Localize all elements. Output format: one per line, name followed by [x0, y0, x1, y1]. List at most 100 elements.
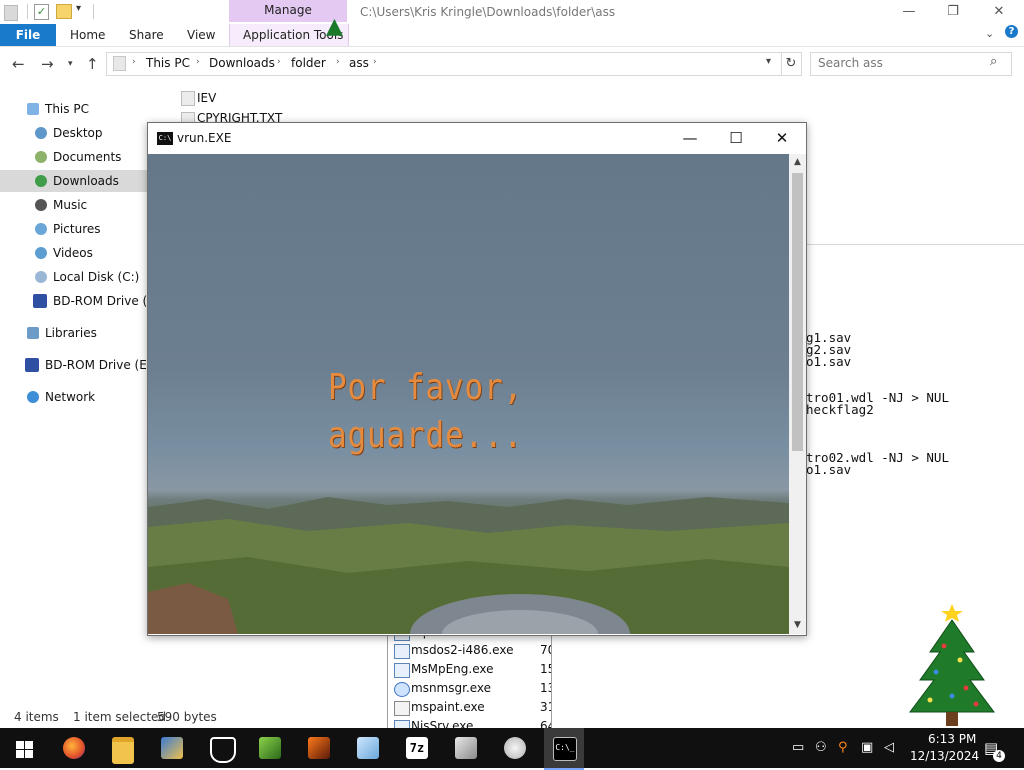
new-folder-icon[interactable] [56, 4, 72, 19]
console-window: C:\ vrun.EXE — ☐ ✕ Por favor, aguarde...… [147, 122, 807, 636]
tab-file[interactable]: File [0, 24, 56, 46]
chevron-right-icon[interactable]: › [373, 57, 377, 67]
nav-item-local-disk[interactable]: Local Disk (C:) [0, 266, 150, 288]
console-title: vrun.EXE [177, 131, 232, 145]
list-item-name: msdos2-i486.exe [411, 643, 514, 657]
address-dropdown-icon[interactable]: ▾ [766, 56, 771, 67]
tab-home[interactable]: Home [70, 28, 105, 42]
scroll-down-icon[interactable]: ▼ [789, 617, 806, 634]
breadcrumb-ass[interactable]: ass [349, 56, 369, 70]
background-console-line: heckflag2 [806, 402, 874, 417]
window-path-title: C:\Users\Kris Kringle\Downloads\folder\a… [360, 5, 616, 19]
close-button[interactable]: ✕ [976, 2, 1022, 22]
breadcrumb-downloads[interactable]: Downloads [209, 56, 275, 70]
scroll-up-icon[interactable]: ▲ [789, 154, 806, 171]
ornament [963, 685, 969, 691]
taskbar-firefox[interactable] [54, 728, 94, 768]
list-item[interactable]: mspaint.exe 31 [388, 698, 551, 717]
nav-item-label: Videos [53, 246, 93, 260]
taskbar-paint[interactable] [495, 728, 535, 768]
help-icon[interactable]: ? [1005, 25, 1018, 38]
nav-item-downloads[interactable]: Downloads [0, 170, 150, 192]
tab-share[interactable]: Share [129, 28, 164, 42]
ornament [957, 657, 963, 663]
taskbar-app-green[interactable] [250, 728, 290, 768]
desktop-icon [35, 127, 47, 139]
list-item-name: mspaint.exe [411, 700, 485, 714]
tray-search-icon[interactable]: ⚲ [838, 740, 848, 755]
people-icon [161, 737, 183, 759]
nav-item-libraries[interactable]: Libraries [0, 322, 150, 344]
nav-item-desktop[interactable]: Desktop [0, 122, 150, 144]
search-icon[interactable]: ⌕ [990, 54, 997, 69]
nav-item-network[interactable]: Network [0, 386, 150, 408]
list-item[interactable]: msdos2-i486.exe 70 [388, 641, 551, 660]
tray-monitor-icon[interactable]: ▭ [792, 740, 804, 755]
taskbar-app-orange[interactable] [299, 728, 339, 768]
nav-item-videos[interactable]: Videos [0, 242, 150, 264]
address-box[interactable] [106, 52, 782, 76]
breadcrumb-folder[interactable]: folder [291, 56, 326, 70]
tray-people-icon[interactable]: ⚇ [815, 740, 827, 755]
nav-item-documents[interactable]: Documents [0, 146, 150, 168]
nav-item-bd-rom[interactable]: BD-ROM Drive (E: [0, 290, 159, 312]
breadcrumb-this-pc[interactable]: This PC [146, 56, 190, 70]
restore-button[interactable]: ❐ [930, 2, 976, 22]
network-icon [27, 391, 39, 403]
network-app-icon [455, 737, 477, 759]
nav-item-bd-rom-root[interactable]: BD-ROM Drive (E:) T [0, 354, 167, 376]
tray-network-icon[interactable]: ▣ [861, 740, 873, 755]
chevron-right-icon[interactable]: › [336, 57, 340, 67]
list-item-name: NisSrv.exe [411, 719, 474, 728]
taskbar-app-people[interactable] [152, 728, 192, 768]
christmas-tree-decoration [909, 604, 995, 726]
scroll-thumb[interactable] [792, 173, 803, 451]
taskbar-7zip[interactable]: 7z [397, 728, 437, 768]
nav-item-this-pc[interactable]: This PC [0, 98, 150, 120]
tray-volume-muted-icon[interactable]: ◁ [884, 740, 894, 755]
taskbar-console-active[interactable]: C:\_ [544, 728, 584, 770]
chevron-right-icon[interactable]: › [132, 57, 136, 67]
chevron-right-icon[interactable]: › [277, 57, 281, 67]
windows-logo-icon [16, 750, 24, 758]
paint-icon [394, 701, 410, 716]
taskbar-file-explorer[interactable] [103, 728, 143, 768]
forward-arrow-icon[interactable]: → [41, 55, 54, 73]
file-name[interactable]: IEV [197, 91, 216, 105]
recent-locations-icon[interactable]: ▾ [68, 59, 73, 69]
list-item-size: 70 [540, 643, 551, 657]
ornament [949, 693, 955, 699]
chevron-right-icon[interactable]: › [196, 57, 200, 67]
taskbar-app-network[interactable] [446, 728, 486, 768]
console-icon[interactable]: C:\ [157, 132, 173, 145]
ornament [941, 643, 947, 649]
expand-ribbon-icon[interactable]: ⌄ [985, 27, 994, 40]
list-item[interactable]: NisSrv.exe 64 [388, 717, 551, 728]
search-placeholder: Search ass [818, 56, 883, 70]
list-item[interactable]: MsMpEng.exe 15 [388, 660, 551, 679]
tab-view[interactable]: View [187, 28, 215, 42]
clock-date[interactable]: 12/13/2024 [910, 749, 979, 763]
up-arrow-icon[interactable]: ↑ [86, 55, 99, 73]
clock-time[interactable]: 6:13 PM [928, 732, 976, 746]
taskbar-app-notepad[interactable] [348, 728, 388, 768]
console-close-button[interactable]: ✕ [759, 123, 805, 153]
minimize-button[interactable]: — [886, 2, 932, 22]
console-maximize-button[interactable]: ☐ [713, 123, 759, 153]
start-button[interactable] [0, 728, 48, 768]
nav-item-music[interactable]: Music [0, 194, 150, 216]
console-taskbar-icon: C:\_ [553, 737, 577, 761]
console-screen[interactable]: Por favor, aguarde... [148, 154, 789, 634]
taskbar-security[interactable] [201, 728, 241, 768]
nav-item-label: Downloads [53, 174, 119, 188]
list-item[interactable]: msnmsgr.exe 13 [388, 679, 551, 698]
list-item-size: 13 [540, 681, 551, 695]
back-arrow-icon[interactable]: ← [12, 55, 25, 73]
nav-item-label: BD-ROM Drive (E: [53, 294, 159, 308]
refresh-button[interactable]: ↻ [781, 52, 802, 76]
notification-count-badge: 4 [993, 750, 1005, 762]
console-minimize-button[interactable]: — [667, 123, 713, 153]
customize-qat-icon[interactable]: ▾ [76, 3, 81, 14]
nav-item-pictures[interactable]: Pictures [0, 218, 150, 240]
properties-icon[interactable]: ✓ [34, 4, 49, 20]
